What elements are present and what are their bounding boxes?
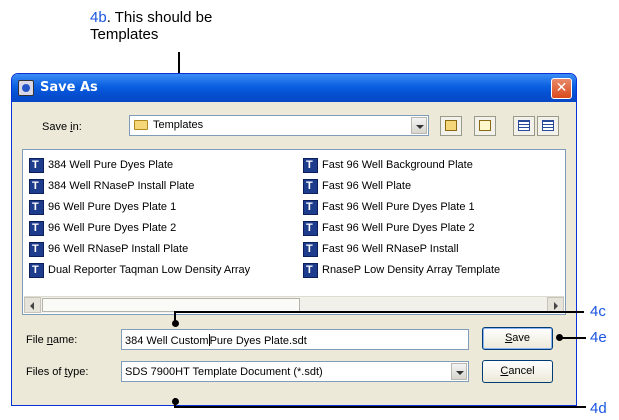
save-in-value: Templates <box>153 119 204 131</box>
close-button[interactable]: ✕ <box>551 78 572 99</box>
callout-4e: 4e <box>590 329 607 346</box>
list-item[interactable]: Dual Reporter Taqman Low Density Array <box>29 261 250 279</box>
callout-4d-vertical-line <box>174 398 176 408</box>
scroll-left-icon[interactable] <box>24 297 41 313</box>
new-folder-icon <box>479 120 491 131</box>
app-icon <box>18 80 34 96</box>
file-name-label-text-1: File <box>26 334 47 346</box>
list-item[interactable]: 96 Well Pure Dyes Plate 1 <box>29 198 176 216</box>
file-name-label: File name: <box>26 334 77 346</box>
file-type-label-text-2: ype: <box>67 366 89 378</box>
callout-4d: 4d <box>590 400 607 417</box>
up-folder-icon <box>445 120 457 131</box>
callout-4e-line <box>560 337 586 339</box>
file-label: Fast 96 Well RNaseP Install <box>322 243 459 255</box>
up-folder-button[interactable] <box>440 116 462 136</box>
file-label: 384 Well Pure Dyes Plate <box>48 159 174 171</box>
template-file-icon <box>303 199 318 215</box>
chevron-down-icon[interactable] <box>411 117 427 134</box>
list-item[interactable]: Fast 96 Well Background Plate <box>303 156 473 174</box>
list-item[interactable]: Fast 96 Well Plate <box>303 177 411 195</box>
view-list-button[interactable] <box>513 116 535 136</box>
callout-4b-text-line2: Templates <box>90 26 159 43</box>
dialog-title: Save As <box>40 80 98 95</box>
file-name-value: 384 Well CustomPure Dyes Plate.sdt <box>125 334 307 347</box>
file-label: Fast 96 Well Pure Dyes Plate 1 <box>322 201 475 213</box>
template-file-icon <box>303 241 318 257</box>
callout-4b-number: 4b <box>90 9 107 26</box>
list-item[interactable]: RnaseP Low Density Array Template <box>303 261 500 279</box>
callout-4c: 4c <box>590 303 606 320</box>
template-file-icon <box>29 220 44 236</box>
chevron-down-icon[interactable] <box>451 363 467 380</box>
list-item[interactable]: 384 Well Pure Dyes Plate <box>29 156 173 174</box>
new-folder-button[interactable] <box>474 116 496 136</box>
callout-4c-dot <box>172 320 179 327</box>
file-type-dropdown[interactable]: SDS 7900HT Template Document (*.sdt) <box>121 361 469 382</box>
view-details-icon <box>542 120 554 131</box>
file-name-value-part-1: 384 Well Custom <box>125 335 209 347</box>
callout-4d-line <box>176 406 586 408</box>
template-file-icon <box>303 157 318 173</box>
scrollbar-thumb[interactable] <box>42 298 300 312</box>
file-label: 96 Well Pure Dyes Plate 1 <box>48 201 177 213</box>
cancel-button[interactable]: Cancel <box>482 360 553 383</box>
template-file-icon <box>29 157 44 173</box>
file-label: 96 Well Pure Dyes Plate 2 <box>48 222 177 234</box>
title-bar[interactable]: Save As ✕ <box>12 74 576 102</box>
cancel-label-2: ancel <box>508 365 535 377</box>
file-label: Fast 96 Well Pure Dyes Plate 2 <box>322 222 475 234</box>
folder-icon <box>134 120 148 130</box>
template-file-icon <box>303 262 318 278</box>
list-item[interactable]: 96 Well RNaseP Install Plate <box>29 240 188 258</box>
list-item[interactable]: Fast 96 Well Pure Dyes Plate 2 <box>303 219 475 237</box>
save-in-label: Save in: <box>42 121 82 133</box>
save-label-2: ave <box>512 332 531 344</box>
list-item[interactable]: 96 Well Pure Dyes Plate 2 <box>29 219 176 237</box>
view-list-icon <box>518 120 530 131</box>
template-file-icon <box>303 220 318 236</box>
list-item[interactable]: Fast 96 Well Pure Dyes Plate 1 <box>303 198 475 216</box>
callout-4c-horizontal-line <box>174 311 584 313</box>
callout-4b: 4b. This should be Templates <box>90 9 212 43</box>
file-list[interactable]: 384 Well Pure Dyes Plate 384 Well RNaseP… <box>22 149 566 315</box>
callout-4b-text: . This should be <box>106 9 213 26</box>
template-file-icon <box>29 178 44 194</box>
file-label: 96 Well RNaseP Install Plate <box>48 243 189 255</box>
file-label: 384 Well RNaseP Install Plate <box>48 180 195 192</box>
file-label: RnaseP Low Density Array Template <box>322 264 501 276</box>
save-in-label-text-2: n: <box>72 121 82 133</box>
file-type-value: SDS 7900HT Template Document (*.sdt) <box>125 366 323 378</box>
template-file-icon <box>303 178 318 194</box>
file-label: Dual Reporter Taqman Low Density Array <box>48 264 251 276</box>
save-in-label-text-1: Save <box>42 121 71 133</box>
save-in-dropdown[interactable]: Templates <box>129 115 429 136</box>
template-file-icon <box>29 199 44 215</box>
file-label: Fast 96 Well Plate <box>322 180 412 192</box>
list-item[interactable]: 384 Well RNaseP Install Plate <box>29 177 194 195</box>
file-name-value-part-2: Pure Dyes Plate.sdt <box>209 335 307 347</box>
file-name-field[interactable]: 384 Well CustomPure Dyes Plate.sdt <box>121 329 469 350</box>
save-as-dialog: Save As ✕ Save in: Templates 384 Well Pu… <box>11 73 577 406</box>
view-details-button[interactable] <box>537 116 559 136</box>
file-name-label-text-2: ame: <box>52 334 78 346</box>
list-item[interactable]: Fast 96 Well RNaseP Install <box>303 240 459 258</box>
template-file-icon <box>29 262 44 278</box>
file-type-label: Files of type: <box>26 366 88 378</box>
save-button[interactable]: Save <box>482 327 553 350</box>
template-file-icon <box>29 241 44 257</box>
file-type-label-text-1: Files of <box>26 366 65 378</box>
file-label: Fast 96 Well Background Plate <box>322 159 473 171</box>
